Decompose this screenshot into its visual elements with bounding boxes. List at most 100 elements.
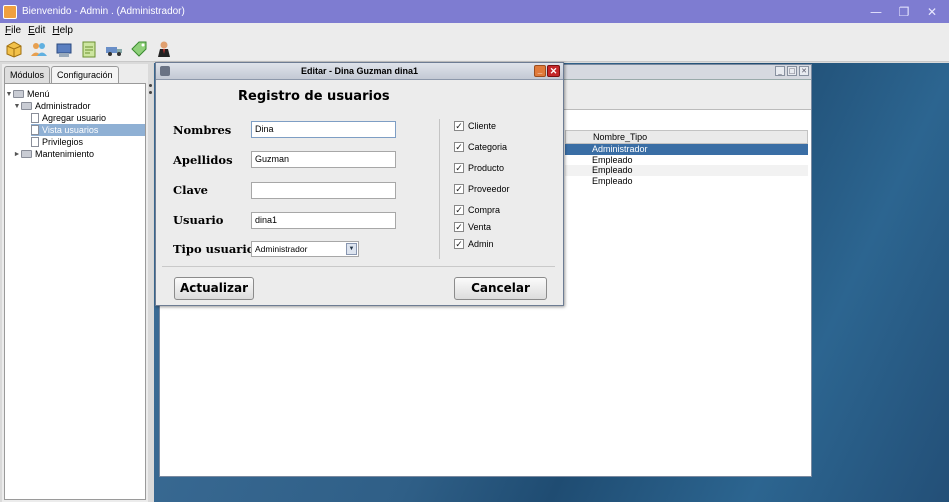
column-header-nombre-tipo[interactable]: Nombre_Tipo bbox=[565, 130, 808, 144]
sales-button[interactable] bbox=[53, 38, 75, 60]
frame-minimize-button[interactable]: _ bbox=[775, 66, 785, 76]
apellidos-field[interactable]: Guzman bbox=[251, 151, 396, 168]
permission-producto-checkbox[interactable]: ✓ Producto bbox=[454, 162, 504, 174]
left-tabs: Módulos Configuración bbox=[4, 66, 120, 83]
file-icon bbox=[31, 125, 39, 135]
categories-button[interactable] bbox=[128, 38, 150, 60]
tree-node-administrador[interactable]: ▼ Administrador bbox=[5, 100, 145, 112]
tree-node-vista-usuarios[interactable]: Vista usuarios bbox=[31, 124, 145, 136]
permission-cliente-checkbox[interactable]: ✓ Cliente bbox=[454, 120, 496, 132]
tipo-usuario-value: Administrador bbox=[255, 244, 308, 254]
collapsed-arrow-icon[interactable]: ► bbox=[13, 151, 21, 158]
table-row[interactable]: Administrador bbox=[565, 144, 808, 155]
permission-categoria-checkbox[interactable]: ✓ Categoria bbox=[454, 141, 507, 153]
divider-arrow-icon[interactable] bbox=[149, 91, 152, 94]
folder-icon bbox=[21, 102, 32, 110]
tree-label: Privilegios bbox=[42, 137, 84, 147]
menu-file[interactable]: File bbox=[5, 25, 21, 36]
clave-field[interactable] bbox=[251, 182, 396, 199]
customers-button[interactable] bbox=[28, 38, 50, 60]
checkbox-check-icon[interactable]: ✓ bbox=[454, 239, 464, 249]
user-suit-icon bbox=[158, 41, 170, 57]
tree-node-privilegios[interactable]: Privilegios bbox=[5, 136, 145, 148]
frame-controls: _ □ ✕ bbox=[773, 66, 809, 76]
divider-arrow-icon[interactable] bbox=[149, 84, 152, 87]
folder-icon bbox=[13, 90, 24, 98]
permission-label: Cliente bbox=[468, 121, 497, 131]
users-table: Nombre_Tipo Administrador Empleado Emple… bbox=[565, 130, 808, 186]
menu-bar: File Edit Help bbox=[0, 23, 949, 37]
nombres-label: Nombres bbox=[173, 123, 232, 137]
dialog-menu-icon[interactable] bbox=[160, 66, 170, 76]
usuario-field[interactable]: dina1 bbox=[251, 212, 396, 229]
file-icon bbox=[31, 137, 39, 147]
purchases-button[interactable] bbox=[78, 38, 100, 60]
tree-node-menu[interactable]: ▼ Menú bbox=[5, 88, 145, 100]
edit-user-dialog: Editar - Dina Guzman dina1 _ ✕ Registro … bbox=[155, 62, 564, 306]
toolbar bbox=[0, 37, 949, 62]
permission-compra-checkbox[interactable]: ✓ Compra bbox=[454, 204, 500, 216]
close-icon: ✕ bbox=[926, 4, 938, 19]
apellidos-label: Apellidos bbox=[173, 153, 233, 167]
tree-label: Mantenimiento bbox=[35, 149, 95, 159]
frame-close-button[interactable]: ✕ bbox=[799, 66, 809, 76]
permission-proveedor-checkbox[interactable]: ✓ Proveedor bbox=[454, 183, 510, 195]
minimize-window-button[interactable]: — bbox=[862, 0, 890, 23]
cancel-button[interactable]: Cancelar bbox=[454, 277, 547, 300]
vertical-separator bbox=[439, 119, 440, 259]
maximize-window-button[interactable]: ❐ bbox=[890, 0, 918, 23]
tab-modulos[interactable]: Módulos bbox=[4, 66, 51, 83]
minimize-icon: — bbox=[870, 4, 882, 19]
table-row[interactable]: Empleado bbox=[565, 155, 808, 166]
window-title: Bienvenido - Admin . (Administrador) bbox=[22, 6, 185, 17]
checkbox-check-icon[interactable]: ✓ bbox=[454, 222, 464, 232]
dialog-heading: Registro de usuarios bbox=[238, 89, 390, 104]
tab-configuracion[interactable]: Configuración bbox=[51, 66, 119, 83]
table-row[interactable]: Empleado bbox=[565, 176, 808, 187]
permission-label: Admin bbox=[468, 239, 494, 249]
checkbox-check-icon[interactable]: ✓ bbox=[454, 121, 464, 131]
box-icon bbox=[6, 41, 22, 58]
suppliers-button[interactable] bbox=[103, 38, 125, 60]
clave-label: Clave bbox=[173, 183, 208, 197]
permission-label: Venta bbox=[468, 222, 492, 232]
permission-label: Producto bbox=[468, 163, 505, 173]
dialog-close-button[interactable]: ✕ bbox=[547, 65, 560, 77]
tree-label: Menú bbox=[27, 89, 50, 99]
permission-admin-checkbox[interactable]: ✓ Admin bbox=[454, 238, 494, 250]
expanded-arrow-icon[interactable]: ▼ bbox=[13, 103, 21, 110]
users-icon bbox=[31, 43, 47, 56]
register-icon bbox=[56, 43, 72, 57]
checkbox-check-icon[interactable]: ✓ bbox=[454, 205, 464, 215]
close-window-button[interactable]: ✕ bbox=[918, 0, 946, 23]
update-button[interactable]: Actualizar bbox=[174, 277, 254, 300]
tree-node-agregar-usuario[interactable]: Agregar usuario bbox=[5, 112, 145, 124]
menu-edit[interactable]: Edit bbox=[28, 25, 45, 36]
tipo-usuario-select[interactable]: Administrador ▼ bbox=[251, 241, 359, 257]
products-button[interactable] bbox=[3, 38, 25, 60]
permission-venta-checkbox[interactable]: ✓ Venta bbox=[454, 221, 491, 233]
window-titlebar: Bienvenido - Admin . (Administrador) — ❐… bbox=[0, 0, 949, 23]
checkbox-check-icon[interactable]: ✓ bbox=[454, 184, 464, 194]
file-icon bbox=[31, 113, 39, 123]
nombres-field[interactable]: Dina bbox=[251, 121, 396, 138]
chevron-down-icon[interactable]: ▼ bbox=[346, 243, 357, 255]
menu-help[interactable]: Help bbox=[52, 25, 73, 36]
dialog-minimize-button[interactable]: _ bbox=[534, 65, 546, 77]
checkbox-check-icon[interactable]: ✓ bbox=[454, 163, 464, 173]
checkbox-check-icon[interactable]: ✓ bbox=[454, 142, 464, 152]
app-icon bbox=[3, 4, 17, 19]
permission-label: Proveedor bbox=[468, 184, 510, 194]
left-panel: Módulos Configuración ▼ Menú ▼ Administr… bbox=[2, 64, 148, 502]
dialog-title: Editar - Dina Guzman dina1 bbox=[300, 66, 419, 76]
table-row[interactable]: Empleado bbox=[565, 165, 808, 176]
folder-icon bbox=[21, 150, 32, 158]
tree-node-mantenimiento[interactable]: ► Mantenimiento bbox=[5, 148, 145, 160]
restore-icon: ❐ bbox=[898, 4, 910, 19]
admin-button[interactable] bbox=[153, 38, 175, 60]
document-icon bbox=[82, 41, 96, 58]
tipo-usuario-label: Tipo usuario bbox=[173, 242, 255, 256]
frame-maximize-button[interactable]: □ bbox=[787, 66, 797, 76]
expanded-arrow-icon[interactable]: ▼ bbox=[5, 91, 13, 98]
tree-label: Agregar usuario bbox=[42, 113, 107, 123]
